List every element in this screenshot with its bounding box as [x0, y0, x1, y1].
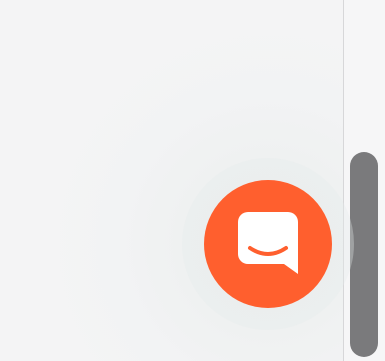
page-content-area — [0, 0, 343, 361]
chat-launcher-button[interactable] — [204, 180, 332, 308]
chat-bubble-smile-icon — [238, 212, 298, 274]
vertical-scrollbar-thumb[interactable] — [350, 152, 378, 357]
